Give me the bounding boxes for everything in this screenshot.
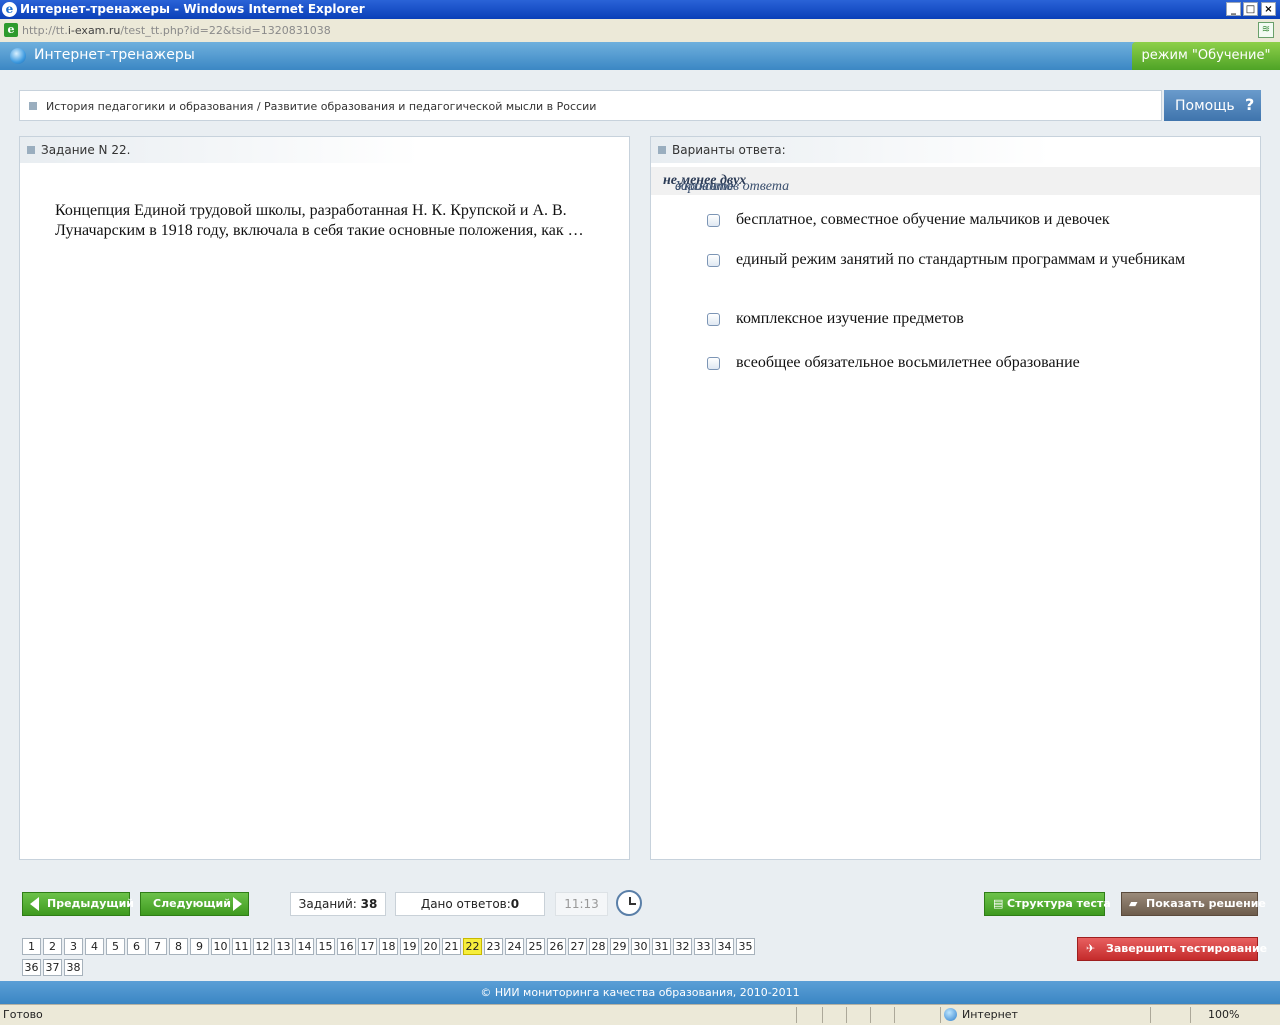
footer-copyright: © НИИ мониторинга качества образования, … — [0, 981, 1280, 1004]
question-number[interactable]: 11 — [232, 938, 251, 955]
task-number: Задание N 22. — [41, 143, 131, 157]
status-text: Готово — [3, 1008, 43, 1021]
question-number[interactable]: 34 — [715, 938, 734, 955]
question-number[interactable]: 37 — [43, 959, 62, 976]
zoom-level[interactable]: 100% — [1208, 1008, 1239, 1021]
question-number[interactable]: 10 — [211, 938, 230, 955]
answered-count: Дано ответов:0 — [395, 892, 545, 916]
question-number[interactable]: 14 — [295, 938, 314, 955]
answers-panel: Варианты ответа: Укажите не менее двух в… — [650, 136, 1261, 860]
bullet-square-icon — [658, 146, 666, 154]
window-titlebar: e Интернет-тренажеры - Windows Internet … — [0, 0, 1280, 19]
security-zone: Интернет — [962, 1008, 1018, 1021]
status-bar: Готово Интернет 100% — [0, 1004, 1280, 1025]
runner-icon: ✈ — [1086, 942, 1096, 955]
question-number[interactable]: 4 — [85, 938, 104, 955]
feed-icon[interactable]: ≋ — [1258, 22, 1274, 38]
question-number[interactable]: 18 — [379, 938, 398, 955]
help-button[interactable]: Помощь ? — [1164, 90, 1261, 121]
question-number[interactable]: 13 — [274, 938, 293, 955]
question-number[interactable]: 17 — [358, 938, 377, 955]
mode-badge: режим "Обучение" — [1132, 42, 1280, 70]
timer: 11:13 — [555, 892, 608, 916]
question-number[interactable]: 21 — [442, 938, 461, 955]
question-number[interactable]: 19 — [400, 938, 419, 955]
question-number[interactable]: 31 — [652, 938, 671, 955]
answer-checkbox[interactable] — [707, 357, 720, 370]
book-icon: ▰ — [1129, 897, 1138, 910]
answer-text[interactable]: единый режим занятий по стандартным прог… — [736, 250, 1196, 270]
question-number[interactable]: 20 — [421, 938, 440, 955]
question-number[interactable]: 27 — [568, 938, 587, 955]
close-button[interactable]: × — [1261, 2, 1276, 16]
answer-checkbox[interactable] — [707, 254, 720, 267]
ie-logo-icon: e — [2, 2, 17, 17]
test-structure-button[interactable]: ▤ Структура теста — [984, 892, 1111, 916]
answer-text[interactable]: всеобщее обязательное восьмилетнее образ… — [736, 353, 1196, 373]
question-number[interactable]: 28 — [589, 938, 608, 955]
question-number[interactable]: 38 — [64, 959, 83, 976]
window-title: Интернет-тренажеры - Windows Internet Ex… — [20, 2, 365, 16]
next-button[interactable]: Следующий — [140, 892, 249, 916]
internet-zone-icon — [944, 1008, 957, 1021]
answer-checkbox[interactable] — [707, 313, 720, 326]
task-panel: Задание N 22. Концепция Единой трудовой … — [19, 136, 630, 860]
tasks-count: Заданий: 38 — [290, 892, 386, 916]
address-bar[interactable]: e http://tt.i-exam.ru/test_tt.php?id=22&… — [0, 19, 1280, 43]
answers-title: Варианты ответа: — [672, 143, 786, 157]
breadcrumb: История педагогики и образования / Разви… — [19, 90, 1162, 121]
list-icon: ▤ — [993, 897, 1004, 910]
answer-checkbox[interactable] — [707, 214, 720, 227]
question-text: Концепция Единой трудовой школы, разрабо… — [55, 202, 584, 239]
question-number[interactable]: 12 — [253, 938, 272, 955]
show-solution-button[interactable]: ▰ Показать решение — [1121, 892, 1266, 916]
arrow-right-icon — [233, 897, 242, 911]
app-title: Интернет-тренажеры — [34, 47, 195, 63]
answer-text[interactable]: комплексное изучение предметов — [736, 309, 1196, 329]
finish-test-button[interactable]: ✈ Завершить тестирование — [1077, 937, 1267, 961]
question-number[interactable]: 8 — [169, 938, 188, 955]
answer-text[interactable]: бесплатное, совместное обучение мальчико… — [736, 210, 1196, 230]
answers-header: Варианты ответа: — [651, 137, 1051, 163]
question-number[interactable]: 5 — [106, 938, 125, 955]
minimize-button[interactable]: _ — [1226, 2, 1241, 16]
question-number[interactable]: 33 — [694, 938, 713, 955]
task-header: Задание N 22. — [20, 137, 420, 163]
question-number[interactable]: 9 — [190, 938, 209, 955]
question-number[interactable]: 16 — [337, 938, 356, 955]
question-number[interactable]: 32 — [673, 938, 692, 955]
answer-hint: Укажите не менее двух вариантов ответа — [651, 167, 1260, 195]
bullet-square-icon — [29, 102, 37, 110]
breadcrumb-text: История педагогики и образования / Разви… — [46, 100, 597, 113]
question-number[interactable]: 26 — [547, 938, 566, 955]
question-number[interactable]: 22 — [463, 938, 482, 955]
clock-icon — [616, 890, 642, 916]
question-number[interactable]: 3 — [64, 938, 83, 955]
question-number[interactable]: 29 — [610, 938, 629, 955]
app-header: Интернет-тренажеры режим "Обучение" — [0, 42, 1280, 70]
question-number[interactable]: 7 — [148, 938, 167, 955]
question-mark-icon: ? — [1245, 95, 1255, 114]
bullet-square-icon — [27, 146, 35, 154]
question-number[interactable]: 30 — [631, 938, 650, 955]
page-icon: e — [4, 23, 18, 37]
question-number[interactable]: 2 — [43, 938, 62, 955]
question-number[interactable]: 1 — [22, 938, 41, 955]
prev-button[interactable]: Предыдущий — [22, 892, 134, 916]
arrow-left-icon — [30, 897, 39, 911]
question-number[interactable]: 36 — [22, 959, 41, 976]
question-number[interactable]: 35 — [736, 938, 755, 955]
help-label: Помощь — [1175, 98, 1235, 114]
question-number[interactable]: 25 — [526, 938, 545, 955]
question-number[interactable]: 24 — [505, 938, 524, 955]
url-text[interactable]: http://tt.i-exam.ru/test_tt.php?id=22&ts… — [22, 24, 331, 37]
maximize-button[interactable]: □ — [1243, 2, 1258, 16]
app-logo-icon — [10, 48, 26, 64]
question-number[interactable]: 23 — [484, 938, 503, 955]
question-number[interactable]: 15 — [316, 938, 335, 955]
question-number[interactable]: 6 — [127, 938, 146, 955]
